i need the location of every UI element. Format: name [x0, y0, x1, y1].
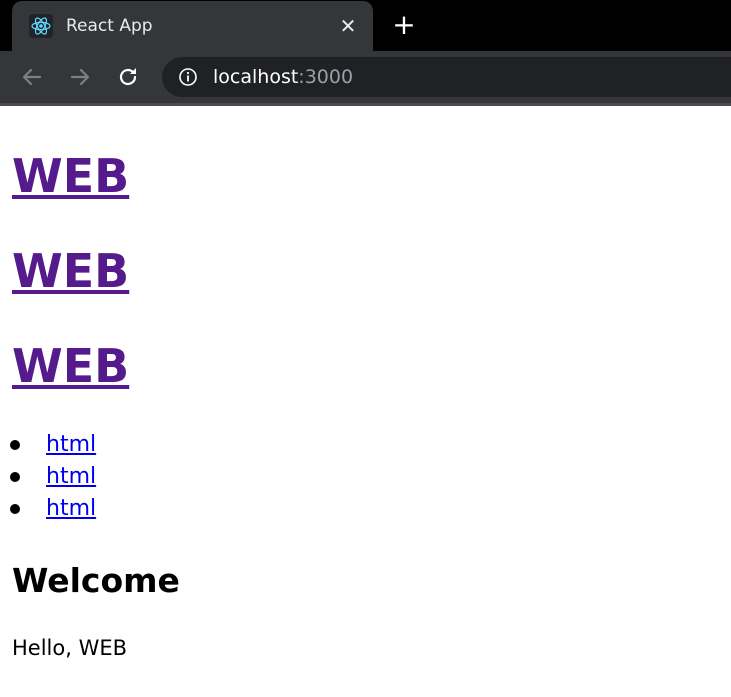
new-tab-icon[interactable]: + [392, 11, 416, 39]
browser-toolbar: localhost:3000 [0, 51, 731, 103]
url-host: localhost [213, 66, 299, 88]
browser-tab[interactable]: React App ✕ [12, 1, 373, 51]
nav-link-html[interactable]: html [46, 431, 96, 459]
nav-link-html[interactable]: html [46, 463, 96, 491]
tab-strip: React App ✕ + [0, 0, 731, 51]
address-bar[interactable]: localhost:3000 [162, 57, 731, 97]
tab-close-icon[interactable]: ✕ [338, 16, 358, 36]
bullet [10, 504, 20, 514]
site-heading-link[interactable]: WEB [12, 148, 129, 204]
url-port: :3000 [298, 66, 354, 88]
site-heading-link[interactable]: WEB [12, 338, 129, 394]
react-logo-icon [29, 14, 53, 38]
arrow-left-icon[interactable] [20, 65, 44, 89]
page-content: WEB WEB WEB html html html Welcome Hello… [10, 106, 731, 697]
article-title: Welcome [12, 561, 180, 600]
tab-title: React App [66, 16, 153, 36]
bullet [10, 440, 20, 450]
arrow-right-icon[interactable] [68, 65, 92, 89]
reload-icon[interactable] [116, 65, 140, 89]
info-icon[interactable] [178, 67, 198, 87]
bullet [10, 472, 20, 482]
nav-link-html[interactable]: html [46, 495, 96, 523]
article-body: Hello, WEB [12, 636, 128, 660]
site-heading-link[interactable]: WEB [12, 243, 129, 299]
url-text[interactable]: localhost:3000 [213, 66, 353, 88]
